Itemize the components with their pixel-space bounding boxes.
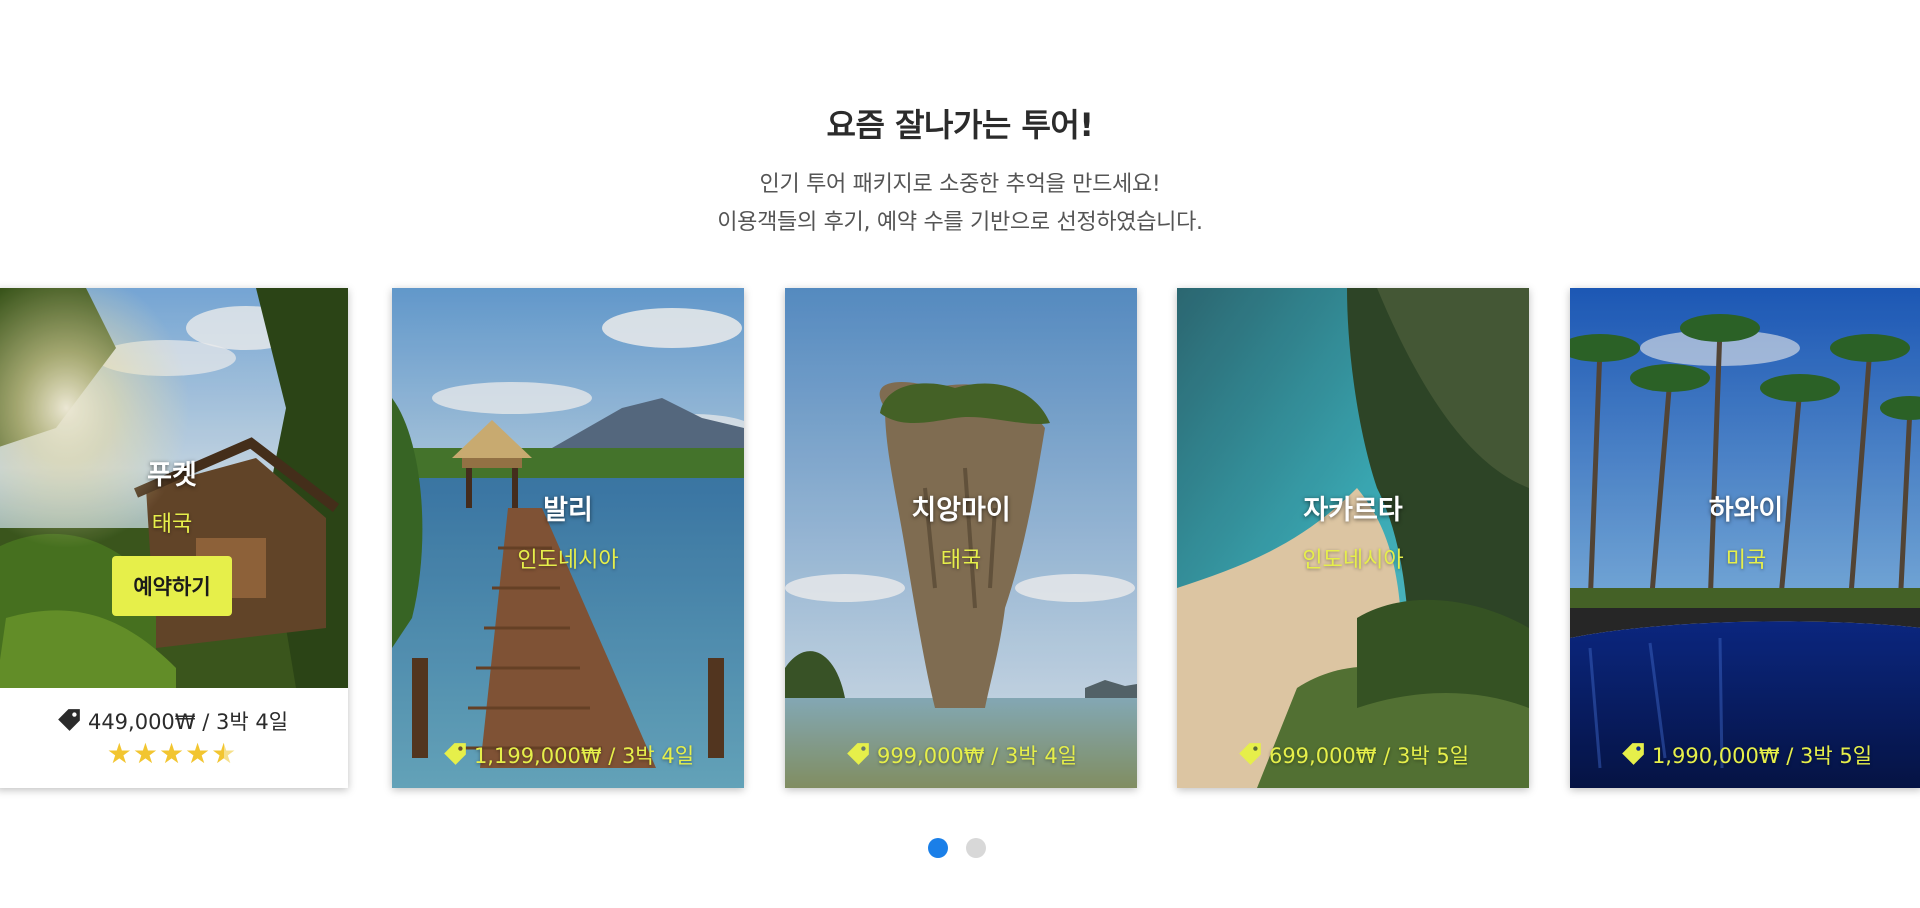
price-tag-icon: [1239, 743, 1261, 765]
card-price: 999,000₩ / 3박 4일: [785, 740, 1137, 770]
section-subtitle-line2: 이용객들의 후기, 예약 수를 기반으로 선정하였습니다.: [717, 210, 1203, 235]
tour-card-jakarta[interactable]: 자카르타 인도네시아 699,000₩ / 3박 5일: [1177, 288, 1529, 788]
card-destination: 자카르타: [1303, 495, 1403, 526]
half-star-icon: ★: [211, 737, 238, 770]
pagination-dot-1[interactable]: [928, 838, 948, 858]
card-destination: 치앙마이: [911, 495, 1011, 526]
card-price: 1,199,000₩ / 3박 4일: [392, 740, 744, 770]
tour-card-phuket[interactable]: 푸켓 태국 예약하기 449,000₩ / 3박 4일 ★★★★★: [0, 288, 348, 788]
card-country: 미국: [1725, 548, 1767, 573]
popular-tours-section: 요즘 잘나가는 투어! 인기 투어 패키지로 소중한 추억을 만드세요! 이용객…: [0, 0, 1920, 908]
card-price-text: 699,000₩ / 3박 5일: [1268, 744, 1470, 768]
card-destination: 푸켓: [147, 460, 197, 491]
rating-stars: ★★★★★: [0, 740, 348, 768]
card-price: 1,990,000₩ / 3박 5일: [1570, 740, 1920, 770]
card-country: 인도네시아: [1302, 548, 1404, 573]
price-tag-icon: [847, 743, 869, 765]
card-country: 태국: [940, 548, 982, 573]
card-price: 449,000₩ / 3박 4일: [0, 706, 348, 736]
tour-card-bali[interactable]: 발리 인도네시아 1,199,000₩ / 3박 4일: [392, 288, 744, 788]
book-button[interactable]: 예약하기: [112, 556, 232, 616]
price-tag-icon: [58, 709, 80, 731]
tour-card-hawaii[interactable]: 하와이 미국 1,990,000₩ / 3박 5일: [1570, 288, 1920, 788]
section-title: 요즘 잘나가는 투어!: [826, 106, 1094, 144]
card-price: 699,000₩ / 3박 5일: [1177, 740, 1529, 770]
price-tag-icon: [444, 743, 466, 765]
tour-card-chiangmai[interactable]: 치앙마이 태국 999,000₩ / 3박 4일: [785, 288, 1137, 788]
carousel-pagination: [928, 838, 1004, 858]
card-country: 태국: [151, 512, 193, 537]
full-stars: ★★★★: [106, 737, 212, 770]
card-destination: 발리: [543, 495, 593, 526]
card-price-text: 449,000₩ / 3박 4일: [87, 710, 289, 734]
card-country: 인도네시아: [517, 548, 619, 573]
card-price-text: 999,000₩ / 3박 4일: [876, 744, 1078, 768]
card-price-text: 1,199,000₩ / 3박 4일: [473, 744, 695, 768]
price-tag-icon: [1622, 743, 1644, 765]
card-destination: 하와이: [1708, 495, 1784, 526]
pagination-dot-2[interactable]: [966, 838, 986, 858]
card-price-text: 1,990,000₩ / 3박 5일: [1651, 744, 1873, 768]
section-subtitle-line1: 인기 투어 패키지로 소중한 추억을 만드세요!: [759, 172, 1161, 197]
